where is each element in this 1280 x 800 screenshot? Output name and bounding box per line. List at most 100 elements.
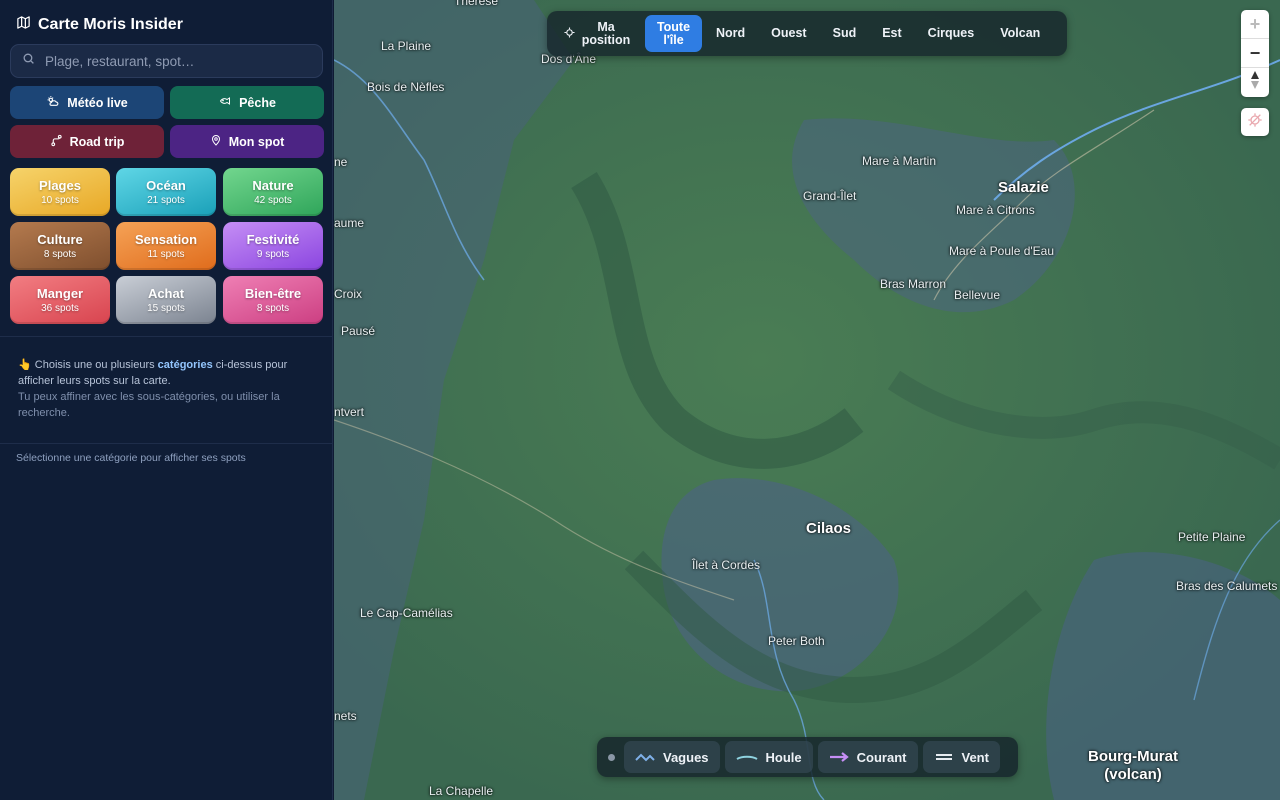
category-ocean[interactable]: Océan 21 spots — [116, 168, 216, 216]
category-count: 9 spots — [256, 249, 290, 260]
category-count: 10 spots — [41, 195, 79, 206]
region-ouest[interactable]: Ouest — [759, 15, 818, 52]
map-icon — [16, 15, 31, 35]
layer-houle-toggle[interactable]: Houle — [724, 741, 813, 773]
sidebar-header: Carte Moris Insider — [16, 15, 183, 35]
category-name: Océan — [146, 178, 186, 193]
place-label: Salazie — [998, 179, 1049, 196]
region-label: Nord — [716, 26, 746, 40]
location-disabled-icon — [1247, 112, 1263, 133]
mon-spot-button[interactable]: Mon spot — [170, 125, 324, 158]
category-count: 36 spots — [41, 303, 79, 314]
place-label: Bras Marron — [880, 277, 947, 291]
category-achat[interactable]: Achat 15 spots — [116, 276, 216, 324]
category-name: Plages — [39, 178, 81, 193]
layer-label: Houle — [765, 749, 802, 765]
region-label: Ouest — [771, 26, 807, 40]
place-label: Le Cap-Camélias — [360, 606, 453, 620]
fish-icon — [218, 95, 232, 110]
category-count: 21 spots — [147, 195, 185, 206]
hint-text-bold: catégories — [157, 359, 213, 371]
ocean-layers-bar: Vagues Houle Courant Vent — [597, 737, 1018, 777]
pointing-hand-icon: 👆 — [18, 359, 32, 371]
place-label: La Plaine — [381, 39, 432, 53]
category-name: Nature — [252, 178, 294, 193]
region-label: Toute l'île — [656, 19, 691, 47]
region-nord[interactable]: Nord — [704, 15, 757, 52]
terrain-map — [334, 0, 1280, 800]
place-label: nets — [334, 709, 357, 723]
layer-vagues-toggle[interactable]: Vagues — [624, 741, 720, 773]
wave-icon — [635, 750, 655, 765]
region-ma-position[interactable]: Ma position — [552, 15, 643, 52]
search-icon — [22, 52, 35, 70]
category-bien-etre[interactable]: Bien-être 8 spots — [223, 276, 323, 324]
place-label: Mare à Citrons — [956, 203, 1035, 217]
zoom-controls: + − — [1241, 10, 1269, 97]
place-label: Peter Both — [768, 634, 825, 648]
category-count: 11 spots — [147, 249, 185, 260]
region-label: Est — [882, 26, 902, 40]
region-toute-ile[interactable]: Toute l'île — [645, 15, 702, 52]
category-manger[interactable]: Manger 36 spots — [10, 276, 110, 324]
region-label: Ma position — [581, 19, 631, 47]
meteo-live-label: Météo live — [67, 95, 128, 110]
compass-icon — [1250, 71, 1260, 94]
region-label: Volcan — [1000, 26, 1041, 40]
geolocate-button[interactable] — [1241, 108, 1269, 136]
place-label: Bras des Calumets — [1176, 579, 1278, 593]
compass-button[interactable] — [1241, 68, 1269, 97]
layer-courant-toggle[interactable]: Courant — [817, 741, 918, 773]
route-icon — [50, 134, 63, 150]
peche-button[interactable]: Pêche — [170, 86, 324, 119]
divider — [0, 336, 333, 337]
category-name: Achat — [147, 286, 185, 301]
region-volcan[interactable]: Volcan — [988, 15, 1052, 52]
place-label: ne — [334, 155, 348, 169]
place-label: aume — [334, 216, 365, 230]
category-count: 8 spots — [256, 303, 290, 314]
layer-vent-toggle[interactable]: Vent — [922, 741, 1000, 773]
zoom-out-button[interactable]: − — [1241, 39, 1269, 68]
place-label: Croix — [334, 287, 363, 301]
layer-label: Courant — [856, 749, 907, 765]
category-plages[interactable]: Plages 10 spots — [10, 168, 110, 216]
weather-icon — [46, 95, 60, 111]
arrow-right-icon — [829, 750, 849, 765]
place-label: Petite Plaine — [1178, 530, 1246, 544]
map-view[interactable]: Thérèse La Plaine Dos d'Âne Bois de Nèfl… — [334, 0, 1280, 800]
road-trip-label: Road trip — [69, 134, 125, 149]
zoom-in-button[interactable]: + — [1241, 10, 1269, 39]
sidebar: Carte Moris Insider Météo live Pêche Roa… — [0, 0, 333, 800]
category-sensation[interactable]: Sensation 11 spots — [116, 222, 216, 270]
region-label: Cirques — [927, 26, 975, 40]
place-label: Bellevue — [954, 288, 1001, 302]
layer-label: Vagues — [663, 749, 709, 765]
hint-text-pre: Choisis une ou plusieurs — [34, 359, 158, 371]
road-trip-button[interactable]: Road trip — [10, 125, 164, 158]
category-count: 42 spots — [254, 195, 292, 206]
place-label: Pausé — [341, 324, 376, 338]
place-label: Mare à Poule d'Eau — [949, 244, 1055, 258]
place-label: Cilaos — [806, 520, 852, 537]
place-label: Bourg-Murat (volcan) — [1088, 748, 1178, 783]
region-cirques[interactable]: Cirques — [916, 15, 987, 52]
category-hint: 👆 Choisis une ou plusieurs catégories ci… — [18, 357, 308, 421]
meteo-live-button[interactable]: Météo live — [10, 86, 164, 119]
category-nature[interactable]: Nature 42 spots — [223, 168, 323, 216]
region-sud[interactable]: Sud — [821, 15, 869, 52]
place-label: ntvert — [334, 405, 365, 419]
category-name: Festivité — [246, 232, 300, 247]
divider — [0, 443, 333, 444]
category-culture[interactable]: Culture 8 spots — [10, 222, 110, 270]
region-est[interactable]: Est — [870, 15, 913, 52]
swell-icon — [736, 750, 758, 765]
region-selector: Ma position Toute l'île Nord Ouest Sud E… — [547, 11, 1067, 56]
category-festivite[interactable]: Festivité 9 spots — [223, 222, 323, 270]
search-box[interactable] — [10, 44, 323, 78]
place-label: Bois de Nèfles — [367, 80, 445, 94]
place-label: Grand-Îlet — [803, 189, 857, 203]
search-input[interactable] — [45, 53, 305, 69]
place-label: Mare à Martin — [862, 154, 937, 168]
wind-icon — [934, 750, 954, 765]
